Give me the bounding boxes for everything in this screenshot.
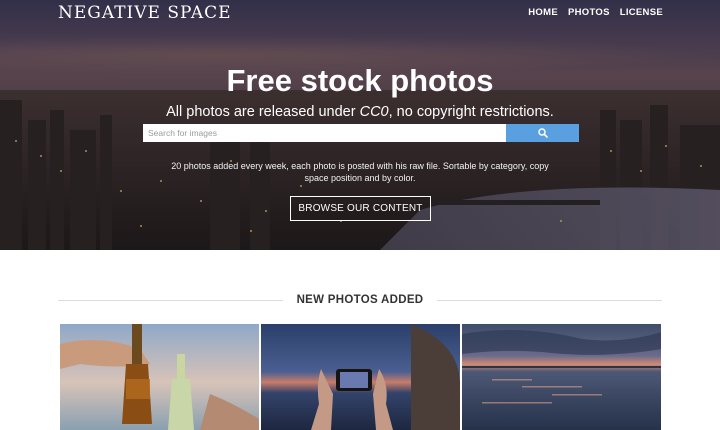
beer-bottles-image bbox=[60, 324, 259, 430]
search-button[interactable] bbox=[506, 124, 579, 142]
browse-content-button[interactable]: BROWSE OUR CONTENT bbox=[290, 196, 431, 221]
section-title: NEW PHOTOS ADDED bbox=[296, 294, 424, 306]
divider-right bbox=[437, 299, 662, 301]
hero-banner: NEGATIVE SPACE HOME PHOTOS LICENSE Free … bbox=[0, 0, 720, 250]
search-input[interactable] bbox=[143, 124, 506, 142]
brand-logo[interactable]: NEGATIVE SPACE bbox=[58, 3, 232, 23]
nav-license[interactable]: LICENSE bbox=[620, 7, 663, 18]
divider-left bbox=[58, 299, 283, 301]
nav-photos[interactable]: PHOTOS bbox=[568, 7, 610, 18]
photo-phone-sunset[interactable] bbox=[261, 324, 460, 430]
section-header: NEW PHOTOS ADDED bbox=[58, 292, 662, 308]
hero-subtitle: All photos are released under CC0, no co… bbox=[0, 104, 720, 120]
hero-description: 20 photos added every week, each photo i… bbox=[171, 161, 549, 183]
photo-sea-sunset[interactable] bbox=[462, 324, 661, 430]
sea-sunset-image bbox=[462, 324, 661, 430]
photo-gallery bbox=[60, 324, 662, 430]
hero-title: Free stock photos bbox=[226, 63, 494, 98]
phone-sunset-image bbox=[261, 324, 460, 430]
subtitle-text-before: All photos are released under bbox=[166, 104, 360, 120]
nav-home[interactable]: HOME bbox=[528, 7, 558, 18]
search-icon bbox=[537, 128, 548, 138]
main-nav: HOME PHOTOS LICENSE bbox=[528, 7, 663, 18]
search-bar bbox=[143, 124, 579, 142]
photo-beer-bottles[interactable] bbox=[60, 324, 259, 430]
subtitle-text-after: , no copyright restrictions. bbox=[388, 104, 554, 120]
subtitle-license: CC0 bbox=[359, 104, 389, 120]
